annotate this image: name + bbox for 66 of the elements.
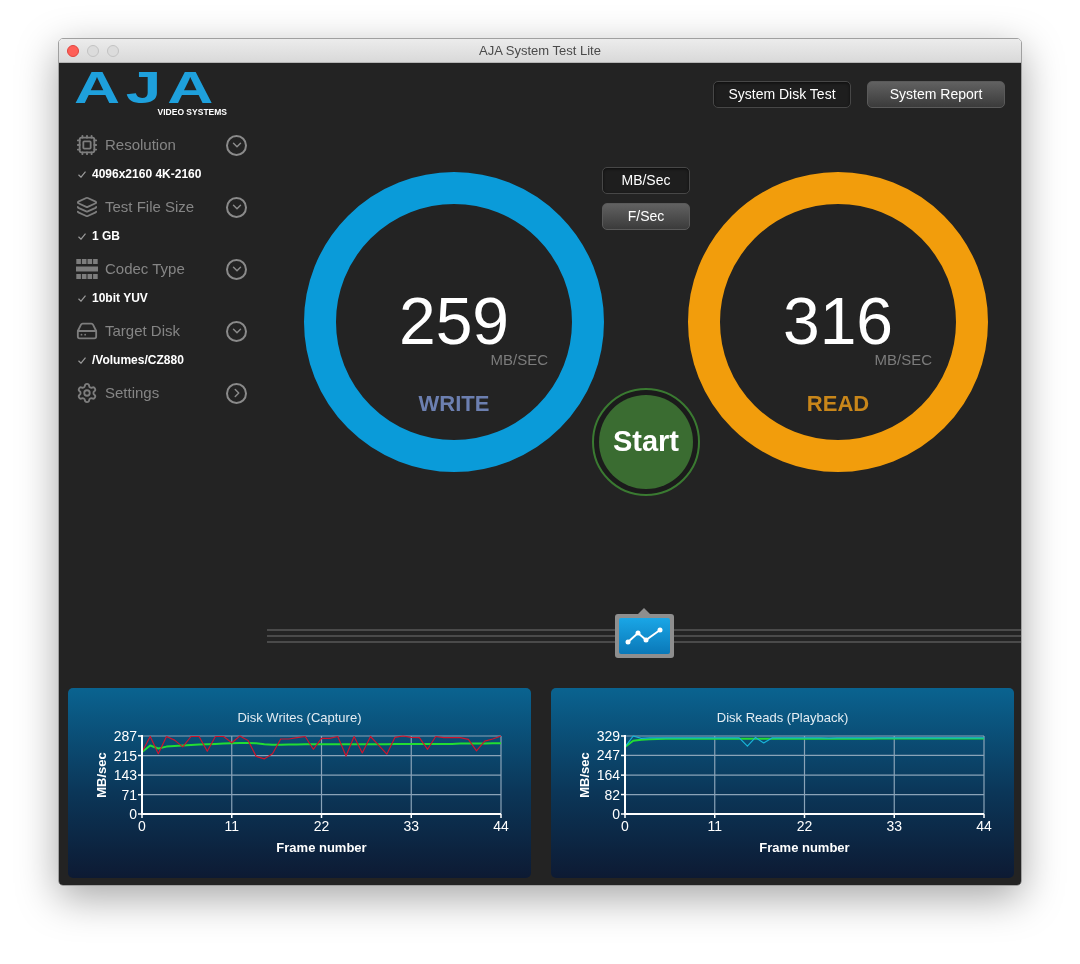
logo-tagline: VIDEO SYSTEMS [157, 107, 227, 117]
layers-icon [76, 196, 98, 218]
sidebar-label: Resolution [105, 134, 177, 155]
chip-icon [76, 134, 98, 156]
y-tick-label: 82 [604, 786, 620, 803]
expand-button[interactable] [226, 258, 247, 280]
x-tick-label: 0 [621, 818, 629, 834]
y-tick-label: 329 [596, 728, 620, 744]
selected-value: 10bit YUV [92, 290, 148, 307]
chart-title: Disk Writes (Capture) [237, 710, 362, 725]
check-icon [78, 232, 86, 240]
start-button[interactable]: Start [592, 388, 700, 496]
sidebar-label: Target Disk [105, 320, 182, 341]
sidebar-label: Codec Type [105, 258, 186, 279]
x-tick-label: 44 [976, 818, 992, 834]
y-axis-title: MB/sec [94, 752, 109, 798]
check-icon [78, 294, 86, 302]
gauge-unit: MB/SEC [874, 352, 932, 367]
sidebar-label: Settings [105, 382, 161, 403]
expand-button[interactable] [226, 196, 247, 218]
selected-value: /Volumes/CZ880 [92, 352, 184, 369]
unit-toggle-button[interactable]: F/Sec [602, 203, 690, 230]
window-title: AJA System Test Lite [479, 41, 601, 60]
x-tick-label: 44 [493, 818, 509, 834]
y-tick-label: 164 [596, 767, 620, 784]
x-tick-label: 11 [707, 818, 722, 834]
expand-button[interactable] [226, 134, 247, 156]
y-tick-label: 71 [121, 786, 137, 803]
x-tick-label: 33 [886, 818, 903, 834]
y-tick-label: 215 [113, 747, 137, 764]
selected-value: 4096x2160 4K-2160 [92, 166, 202, 183]
gauge-label: WRITE [418, 393, 490, 415]
y-tick-label: 0 [612, 806, 620, 822]
y-tick-label: 143 [113, 767, 137, 784]
gauge-value: 316 [782, 288, 894, 354]
sidebar-label: Test File Size [105, 196, 196, 217]
y-axis-title: MB/sec [577, 752, 592, 798]
x-tick-label: 22 [796, 818, 813, 834]
open-button[interactable] [226, 382, 247, 404]
x-axis-title: Frame number [759, 840, 850, 855]
mode-button[interactable]: System Disk Test [713, 81, 851, 108]
x-axis-title: Frame number [276, 840, 367, 855]
x-tick-label: 0 [138, 818, 146, 834]
unit-toggle-button[interactable]: MB/Sec [602, 167, 690, 194]
expand-button[interactable] [226, 320, 247, 342]
x-tick-label: 11 [224, 818, 239, 834]
y-tick-label: 0 [129, 806, 137, 822]
selected-value: 1 GB [92, 228, 120, 245]
chart-toggle-button[interactable] [614, 608, 674, 658]
check-icon [78, 356, 86, 364]
line-chart-icon [625, 626, 663, 646]
close-button[interactable] [67, 44, 79, 57]
mode-button[interactable]: System Report [867, 81, 1005, 108]
logo-wordmark: AJA [74, 71, 220, 105]
check-icon [78, 170, 86, 178]
gauge-value: 259 [398, 288, 510, 354]
chart-title: Disk Reads (Playback) [716, 710, 849, 725]
hard-drive-icon [76, 320, 98, 342]
blocks-icon [76, 259, 98, 279]
gauge-unit: MB/SEC [490, 352, 548, 367]
x-tick-label: 33 [403, 818, 420, 834]
y-tick-label: 247 [596, 747, 620, 764]
settings-icon [76, 382, 98, 404]
y-tick-label: 287 [113, 728, 137, 744]
gauge-label: READ [806, 393, 870, 415]
x-tick-label: 22 [313, 818, 330, 834]
